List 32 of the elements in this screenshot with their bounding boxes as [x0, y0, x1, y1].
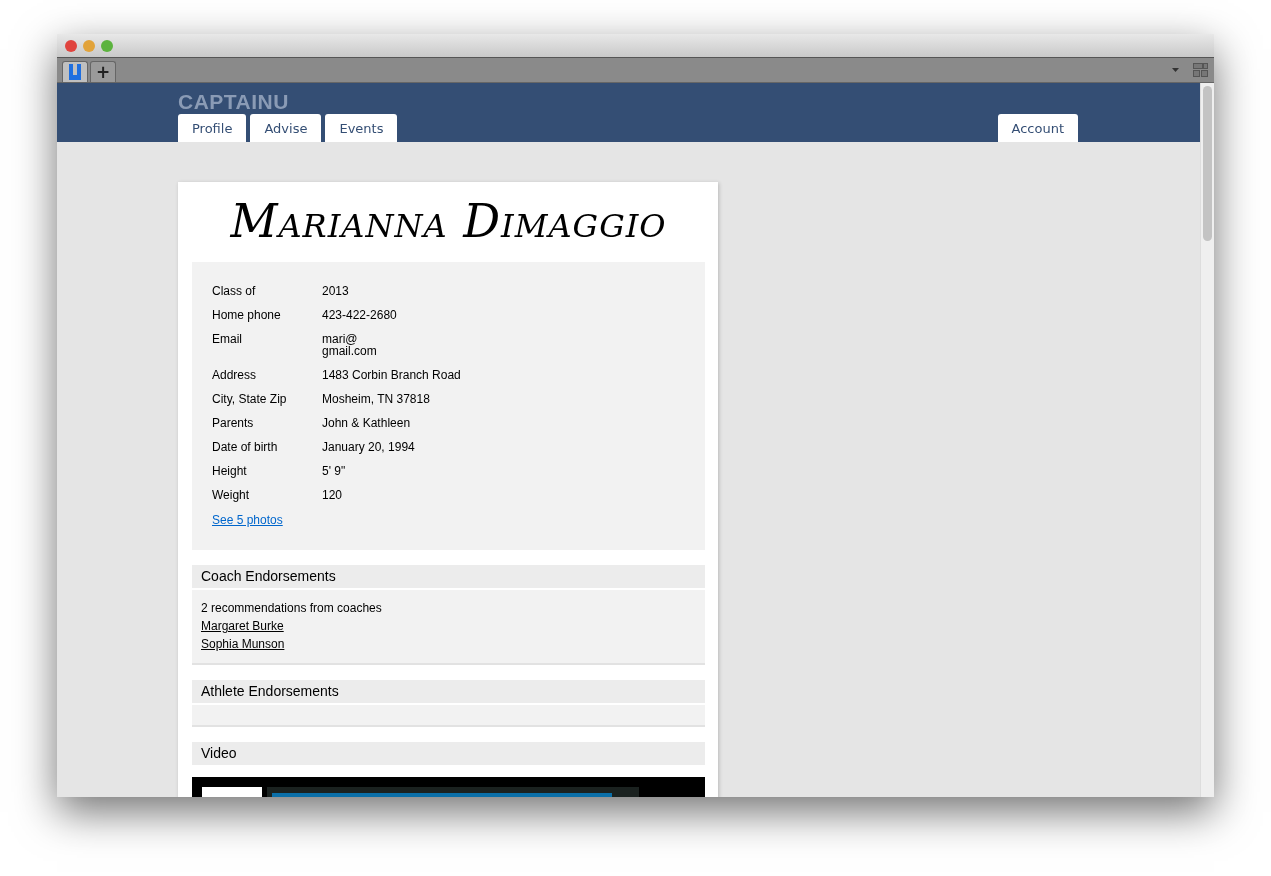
section-header: Coach Endorsements: [192, 565, 705, 590]
field-label: Class of: [212, 285, 257, 297]
field-value: 5' 9": [322, 465, 347, 477]
field-label: City, State Zip: [212, 393, 288, 405]
field-value: John & Kathleen: [322, 417, 412, 429]
athlete-name: Marianna Dimaggio: [229, 193, 668, 250]
field-label: Parents: [212, 417, 255, 429]
field-label: Address: [212, 369, 258, 381]
nav-tab[interactable]: Events: [325, 114, 398, 142]
field-value: mari@ gmail.com: [322, 333, 378, 357]
nav-tab[interactable]: Advise: [250, 114, 322, 142]
photos-link[interactable]: See 5 photos: [212, 513, 283, 527]
recommendation-count: 2 recommendations from coaches: [201, 600, 382, 617]
field-value: January 20, 1994: [322, 441, 416, 453]
section-header: Athlete Endorsements: [192, 680, 705, 705]
coach-link[interactable]: Margaret Burke: [201, 617, 284, 635]
field-value: 120: [322, 489, 344, 501]
nav-tab[interactable]: Profile: [178, 114, 247, 142]
field-label: Height: [212, 465, 248, 477]
account-tab[interactable]: Account: [997, 114, 1078, 142]
site-logo: CAPTAINU: [178, 90, 289, 114]
section-header: Video: [192, 742, 705, 767]
field-value: 1483 Corbin Branch Road: [322, 369, 462, 381]
field-value: 2013: [322, 285, 350, 297]
field-label: Email: [212, 333, 243, 348]
coach-link[interactable]: Sophia Munson: [201, 635, 285, 653]
field-label: Weight: [212, 489, 251, 501]
field-label: Date of birth: [212, 441, 279, 453]
field-label: Home phone: [212, 309, 282, 321]
field-value: Mosheim, TN 37818: [322, 393, 431, 405]
new-tab-button[interactable]: +: [90, 61, 116, 82]
field-value: 423-422-2680: [322, 309, 398, 321]
